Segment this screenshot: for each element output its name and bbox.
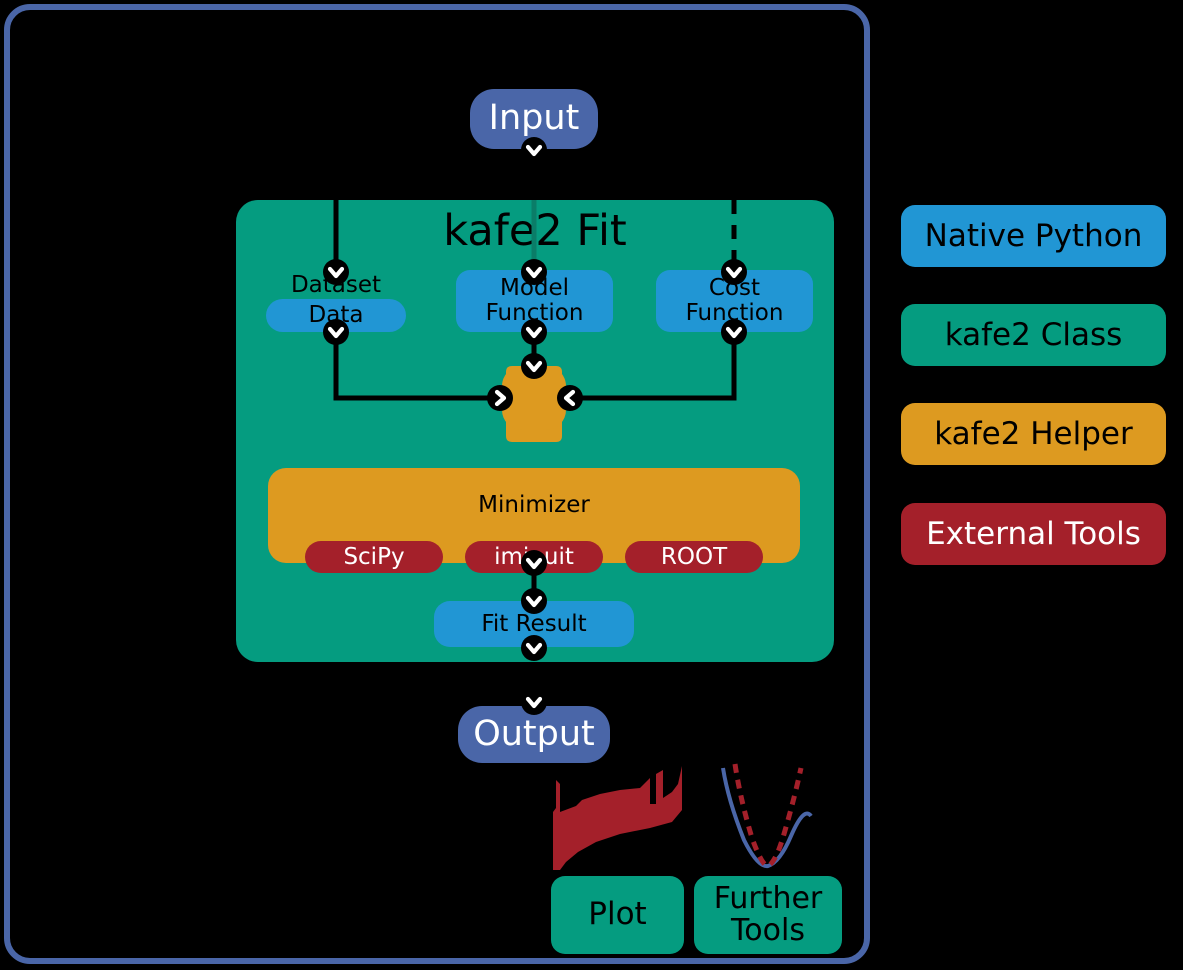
minimizer-backend-scipy[interactable]: SciPy (305, 541, 443, 574)
legend-item-native-python: Native Python (901, 205, 1166, 267)
data-node[interactable]: Data (266, 299, 406, 332)
kafe2-fit-title: kafe2 Fit (443, 206, 627, 256)
input-node[interactable]: Input (470, 89, 598, 149)
minimizer-backend-iminuit[interactable]: iminuit (465, 541, 603, 574)
diagram-canvas: kafe2 Fit Dataset Data Model Function Co… (0, 0, 1183, 970)
legend-label-kafe2-helper: kafe2 Helper (934, 416, 1133, 452)
legend-label-kafe2-class: kafe2 Class (944, 317, 1123, 353)
output-node[interactable]: Output (458, 706, 610, 763)
legend-item-kafe2-class: kafe2 Class (901, 304, 1166, 366)
minimizer-label: Minimizer (478, 492, 590, 519)
dataset-label: Dataset (290, 272, 382, 298)
legend-label-external-tools: External Tools (926, 516, 1141, 552)
minimizer-container: Minimizer SciPy iminuit ROOT (268, 468, 800, 574)
legend-item-external-tools: External Tools (901, 503, 1166, 565)
fit-result-node[interactable]: Fit Result (434, 601, 634, 647)
legend-label-native-python: Native Python (924, 218, 1143, 254)
minimizer-backend-root[interactable]: ROOT (625, 541, 763, 574)
legend-item-kafe2-helper: kafe2 Helper (901, 403, 1166, 465)
model-function-node[interactable]: Model Function (456, 270, 613, 332)
plot-node[interactable]: Plot (551, 876, 684, 954)
further-tools-node[interactable]: Further Tools (694, 876, 842, 954)
cost-function-node[interactable]: Cost Function (656, 270, 813, 332)
